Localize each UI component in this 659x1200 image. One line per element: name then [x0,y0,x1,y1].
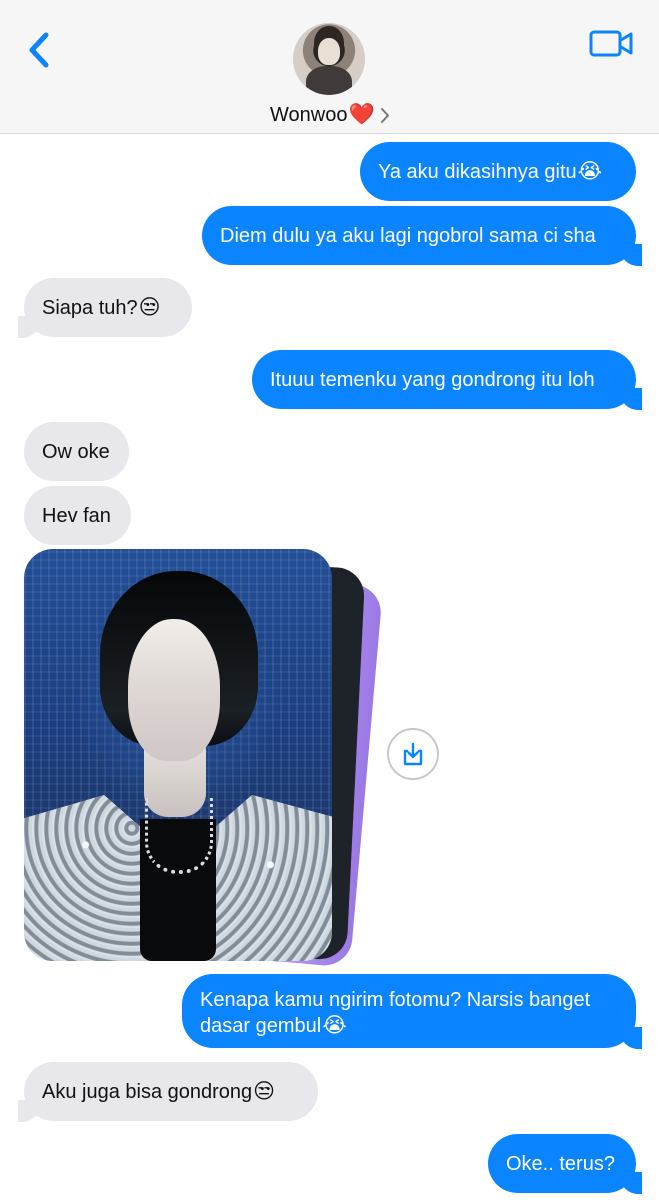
message-bubble-outgoing[interactable]: Oke.. terus? [488,1134,642,1194]
video-call-icon[interactable] [588,28,634,60]
message-text: Ya aku dikasihnya gitu [378,160,577,183]
photo-face-shape [128,619,220,761]
message-bubble-outgoing[interactable]: Kenapa kamu ngirim fotomu? Narsis banget… [182,974,642,1049]
chevron-right-icon [380,107,389,123]
message-text: Siapa tuh? [42,296,138,319]
crying-emoji-icon: 😭 [322,1014,347,1037]
message-text: Aku juga bisa gondrong [42,1080,253,1103]
message-text-line: Kenapa kamu ngirim fotomu? Narsis banget [200,989,591,1011]
message-text: Ow oke [42,440,110,463]
message-bubble-outgoing[interactable]: Diem dulu ya aku lagi ngobrol sama ci sh… [202,206,642,266]
heart-emoji-icon: ❤️ [348,103,375,126]
concert-photo[interactable] [24,549,332,961]
back-chevron-icon[interactable] [22,28,56,72]
download-button[interactable] [387,728,439,780]
conversation-header: Wonwoo ❤️ [0,0,659,134]
message-bubble-incoming[interactable]: Ow oke [24,422,129,481]
message-text-block: Kenapa kamu ngirim fotomu? Narsis banget… [200,987,590,1039]
message-text-line-with-emoji: dasar gembul😭 [200,1013,590,1039]
contact-name-text: Wonwoo [270,103,348,126]
message-bubble-incoming[interactable]: Hev fan [24,486,131,545]
photo-necklace-shape [145,798,213,874]
message-bubble-outgoing[interactable]: Ituuu temenku yang gondrong itu loh [252,350,642,410]
contact-avatar[interactable] [293,23,365,95]
message-bubble-outgoing[interactable]: Ya aku dikasihnya gitu 😭 [360,142,636,201]
unamused-emoji-icon: 😒 [138,296,161,319]
download-icon [403,742,423,766]
message-text: Diem dulu ya aku lagi ngobrol sama ci sh… [220,224,596,247]
message-bubble-incoming[interactable]: Siapa tuh? 😒 [18,278,192,338]
photo-stack-message[interactable] [24,549,384,968]
message-text: dasar gembul [200,1015,322,1037]
crying-emoji-icon: 😭 [577,160,603,183]
contact-name-button[interactable]: Wonwoo ❤️ [270,103,390,127]
message-bubble-incoming[interactable]: Aku juga bisa gondrong 😒 [18,1062,318,1122]
message-text: Ituuu temenku yang gondrong itu loh [270,368,595,391]
unamused-emoji-icon: 😒 [253,1080,276,1103]
message-text: Oke.. terus? [506,1152,615,1175]
message-text: Hev fan [42,504,111,527]
